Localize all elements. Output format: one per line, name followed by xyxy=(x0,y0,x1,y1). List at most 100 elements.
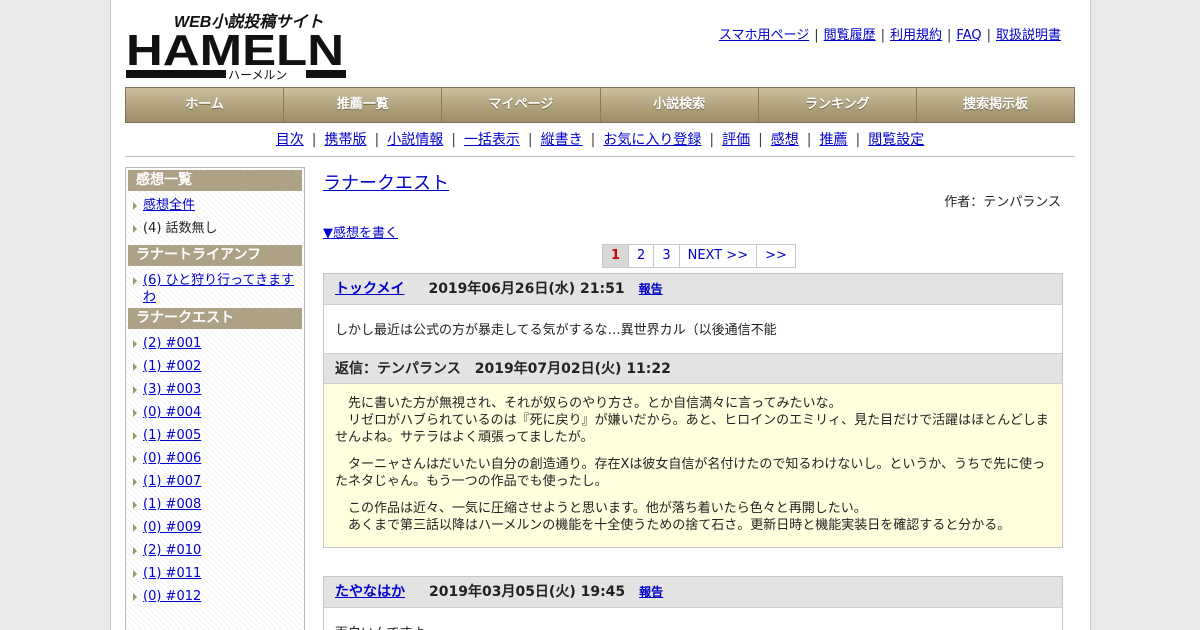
separator: | xyxy=(855,132,861,148)
comment-user[interactable]: たやなはか xyxy=(335,584,405,600)
separator: | xyxy=(451,132,456,148)
sidebar-link[interactable]: (1) #005 xyxy=(143,428,201,443)
nav-home[interactable]: ホーム xyxy=(126,88,283,122)
sidebar-link[interactable]: (0) #004 xyxy=(143,405,201,420)
separator: | xyxy=(590,132,596,148)
separator: | xyxy=(311,132,317,148)
sidebar-item[interactable]: 感想全件 xyxy=(128,195,302,218)
separator: | xyxy=(814,28,819,43)
sidebar-link[interactable]: (0) #009 xyxy=(143,520,201,535)
sidebar-item[interactable]: (1) #005 xyxy=(128,425,302,448)
subnav-recommend[interactable]: 推薦 xyxy=(820,132,848,148)
sidebar-link[interactable]: (2) #001 xyxy=(143,336,201,351)
nav-recommendations[interactable]: 推薦一覧 xyxy=(283,88,441,122)
sidebar-text: (4) 話数無し xyxy=(143,221,218,236)
novel-title[interactable]: ラナークエスト xyxy=(323,169,449,195)
sidebar-item[interactable]: (0) #009 xyxy=(128,517,302,540)
separator: | xyxy=(880,28,885,43)
logo-kana: ハーメルン xyxy=(228,68,287,81)
comment-user[interactable]: トックメイ xyxy=(335,281,404,297)
subnav-mobile[interactable]: 携帯版 xyxy=(324,132,366,148)
nav-mypage[interactable]: マイページ xyxy=(441,88,599,122)
separator: | xyxy=(947,28,952,43)
sidebar: 感想一覧 感想全件 (4) 話数無し ラナートライアンフ (6) ひと狩り行って… xyxy=(125,167,305,630)
toplink-history[interactable]: 閲覧履歴 xyxy=(824,28,876,43)
reply-body: 先に書いた方が無視され、それが奴らのやり方さ。とか自信満々に言ってみたいな。 リ… xyxy=(324,384,1062,547)
author-name: 作者：テンパランス xyxy=(944,195,1061,210)
sidebar-link[interactable]: (6) ひと狩り行ってきますわ xyxy=(143,273,294,305)
sidebar-item[interactable]: (1) #002 xyxy=(128,356,302,379)
novel-subnav: 目次 | 携帯版 | 小説情報 | 一括表示 | 縦書き | お気に入り登録 | 評価 | 感想 | 推薦 | 閲覧… xyxy=(125,129,1075,149)
write-comment-link[interactable]: ▼感想を書く xyxy=(323,222,398,241)
reply-line: あくまで第三話以降はハーメルンの機能を十全使うための捨て石さ。更新日時と機能実装… xyxy=(335,518,1011,533)
pagination: 1 2 3 NEXT >> >> xyxy=(602,244,796,268)
subnav-rating[interactable]: 評価 xyxy=(722,132,750,148)
comment-header: トックメイ 2019年06月26日(水) 21:51 報告 xyxy=(324,274,1062,305)
report-link[interactable]: 報告 xyxy=(639,585,663,599)
sidebar-item[interactable]: (1) #011 xyxy=(128,563,302,586)
sidebar-item[interactable]: (2) #010 xyxy=(128,540,302,563)
toplink-faq[interactable]: FAQ xyxy=(956,28,981,43)
sidebar-item[interactable]: (3) #003 xyxy=(128,379,302,402)
comment-date: 2019年03月05日(火) 19:45 xyxy=(429,584,626,600)
separator: | xyxy=(709,132,715,148)
divider xyxy=(125,156,1075,157)
subnav-settings[interactable]: 閲覧設定 xyxy=(868,132,924,148)
sidebar-item[interactable]: (0) #004 xyxy=(128,402,302,425)
subnav-vertical[interactable]: 縦書き xyxy=(541,132,583,148)
logo-bar-right xyxy=(306,70,346,78)
sidebar-item[interactable]: (1) #007 xyxy=(128,471,302,494)
report-link[interactable]: 報告 xyxy=(639,282,663,296)
top-links: スマホ用ページ | 閲覧履歴 | 利用規約 | FAQ | 取扱説明書 xyxy=(719,24,1061,43)
separator: | xyxy=(527,132,533,148)
sidebar-link[interactable]: (1) #008 xyxy=(143,497,201,512)
page-last[interactable]: >> xyxy=(756,244,796,268)
toplink-manual[interactable]: 取扱説明書 xyxy=(996,28,1061,43)
sidebar-heading-chapter: ラナートライアンフ xyxy=(128,245,302,266)
page-link[interactable]: 2 xyxy=(628,244,655,268)
sidebar-link[interactable]: 感想全件 xyxy=(143,198,195,213)
sidebar-link[interactable]: (3) #003 xyxy=(143,382,201,397)
separator: | xyxy=(806,132,812,148)
comment-date: 2019年06月26日(水) 21:51 xyxy=(428,281,625,297)
global-nav: ホーム 推薦一覧 マイページ 小説検索 ランキング 捜索掲示板 xyxy=(125,87,1075,123)
nav-board[interactable]: 捜索掲示板 xyxy=(915,88,1074,122)
sidebar-item[interactable]: (0) #006 xyxy=(128,448,302,471)
sidebar-link[interactable]: (0) #012 xyxy=(143,589,201,604)
page: WEB小説投稿サイト HAMELN ハーメルン スマホ用ページ | 閲覧履歴 | 利用規… xyxy=(110,0,1091,630)
reply-line: この作品は近々、一気に圧縮させようと思います。他が落ち着いたら色々と再開したい。 xyxy=(335,501,867,516)
sidebar-link[interactable]: (1) #011 xyxy=(143,566,201,581)
hameln-logo[interactable]: WEB小説投稿サイト HAMELN ハーメルン xyxy=(126,9,346,81)
page-current: 1 xyxy=(602,244,630,268)
sidebar-link[interactable]: (0) #006 xyxy=(143,451,201,466)
comment-body: しかし最近は公式の方が暴走してる気がするな…異世界カル（以後通信不能 xyxy=(335,323,777,338)
sidebar-item: (4) 話数無し xyxy=(128,218,302,241)
comment-card: トックメイ 2019年06月26日(水) 21:51 報告 しかし最近は公式の方が暴… xyxy=(323,273,1063,548)
reply-line: リゼロがハブられているのは『死に戻り』が嫌いだから。あと、ヒロインのエミリィ、見… xyxy=(335,413,1049,445)
sidebar-item[interactable]: (2) #001 xyxy=(128,333,302,356)
sidebar-item[interactable]: (1) #008 xyxy=(128,494,302,517)
separator: | xyxy=(374,132,380,148)
page-next[interactable]: NEXT >> xyxy=(678,244,758,268)
sidebar-item[interactable]: (6) ひと狩り行ってきますわ xyxy=(128,270,302,308)
sidebar-item[interactable]: (0) #012 xyxy=(128,586,302,609)
sidebar-link[interactable]: (1) #007 xyxy=(143,474,201,489)
nav-search[interactable]: 小説検索 xyxy=(599,88,758,122)
subnav-all[interactable]: 一括表示 xyxy=(464,132,520,148)
comment-header: たやなはか 2019年03月05日(火) 19:45 報告 xyxy=(324,577,1062,608)
reply-header: 返信：テンパランス 2019年07月02日(火) 11:22 xyxy=(324,353,1062,384)
toplink-terms[interactable]: 利用規約 xyxy=(890,28,942,43)
toplink-smartphone[interactable]: スマホ用ページ xyxy=(719,28,809,43)
sidebar-link[interactable]: (1) #002 xyxy=(143,359,201,374)
comment-body: 面白いんですよ xyxy=(324,608,1062,630)
nav-ranking[interactable]: ランキング xyxy=(757,88,916,122)
page-link[interactable]: 3 xyxy=(653,244,680,268)
comment-card: たやなはか 2019年03月05日(火) 19:45 報告 面白いんですよ xyxy=(323,576,1063,630)
reply-line: ターニャさんはだいたい自分の創造通り。存在Xは彼女自信が名付けたので知るわけない… xyxy=(335,457,1046,489)
subnav-comments[interactable]: 感想 xyxy=(771,132,799,148)
subnav-favorite[interactable]: お気に入り登録 xyxy=(603,132,701,148)
subnav-toc[interactable]: 目次 xyxy=(276,132,304,148)
separator: | xyxy=(986,28,991,43)
sidebar-link[interactable]: (2) #010 xyxy=(143,543,201,558)
subnav-info[interactable]: 小説情報 xyxy=(387,132,443,148)
